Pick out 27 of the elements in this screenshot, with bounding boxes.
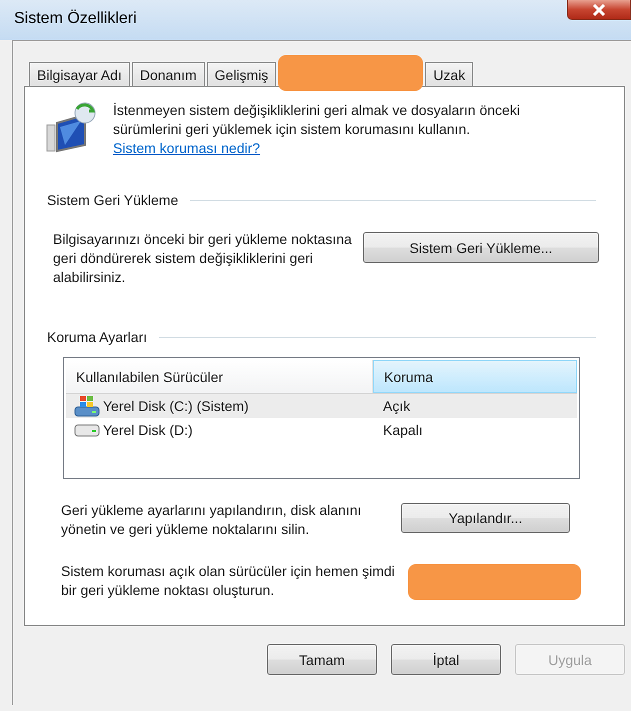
description-text: Geri yükleme ayarlarını yapılandırın, disk alanını yönetin ve geri yükleme noktalarını silin. [61,501,362,539]
drive-row[interactable]: Yerel Disk (D:) Kapalı [66,418,577,442]
action-button[interactable]: Yapılandır... [401,503,570,533]
description-text: Sistem koruması açık olan sürücüler için hemen şimdi bir geri yükleme noktası oluşturun. [61,562,396,600]
window-title: Sistem Özellikleri [14,10,137,29]
drive-name: Yerel Disk (C:) (Sistem) [103,398,249,414]
drive-name: Yerel Disk (D:) [103,422,193,438]
section-heading: Sistem Geri Yükleme [47,192,178,208]
column-header[interactable]: Koruma [373,360,577,393]
tab[interactable]: Donanım [132,62,205,86]
description-text: Bilgisayarınızı önceki bir geri yükleme noktasına geri döndürerek sistem değişikliklerini geri alabilirsiniz. [53,230,353,287]
disk-drive-icon [74,424,100,436]
tab[interactable]: Bilgisayar Adı [29,62,130,86]
tab[interactable]: Gelişmiş [206,62,276,86]
section-heading: Koruma Ayarları [47,329,148,345]
dialog-button[interactable]: İptal [391,644,501,675]
intro-text: İstenmeyen sistem değişikliklerini geri almak ve dosyaların önceki sürümlerini geri yüklemek için sistem korumasını kullanın. Sistem koruması nedir? [113,101,521,158]
close-button[interactable] [567,0,631,20]
dialog-button[interactable]: Tamam [267,644,377,675]
action-button[interactable]: Sistem Geri Yükleme... [363,232,599,263]
drive-row[interactable]: Yerel Disk (C:) (Sistem) Açık [66,394,577,418]
protection-status: Kapalı [382,422,424,438]
help-link[interactable]: Sistem koruması nedir? [113,140,260,156]
protection-status: Açık [382,398,412,414]
close-icon [592,4,606,16]
system-drive-icon [74,395,100,417]
tab[interactable]: Uzak [425,62,474,86]
